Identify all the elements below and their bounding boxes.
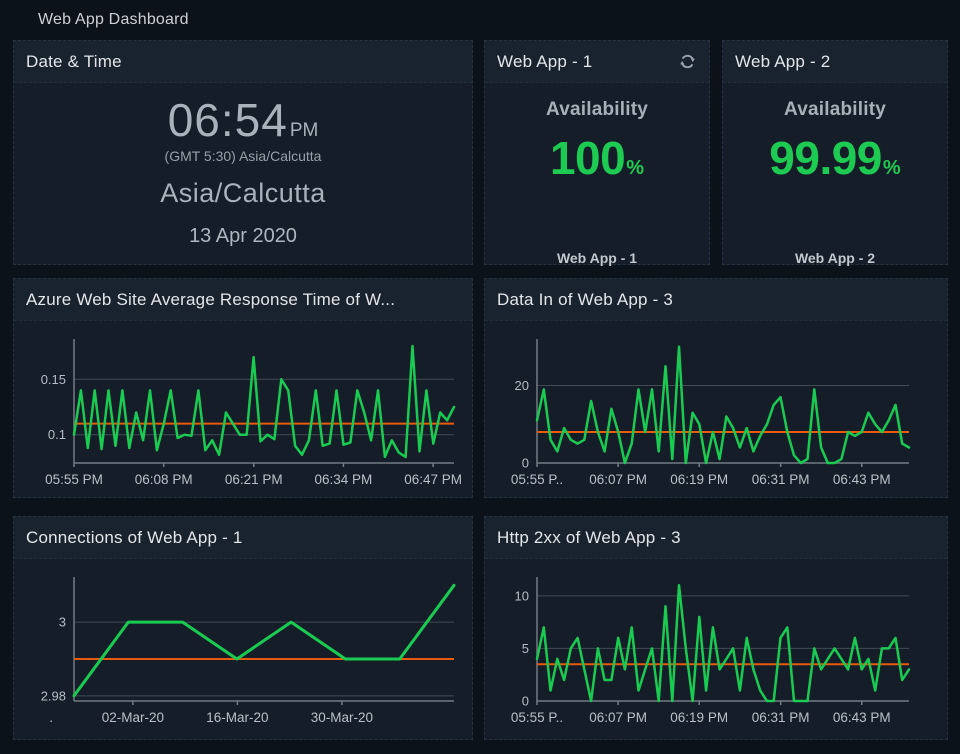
- chart-canvas: 0.15 0.1 05:55 PM 06:08 PM 06:21 PM 06:34 PM 0…: [22, 325, 464, 497]
- panel-title: Date & Time: [26, 52, 122, 72]
- chart-canvas: 3 2.98. 02-Mar-20 16-Mar-20 30-Mar-20: [22, 563, 464, 735]
- x-axis-label: 06:47 PM: [404, 472, 462, 487]
- availability-unit: %: [626, 157, 644, 179]
- x-axis-label: 06:43 PM: [833, 710, 891, 725]
- x-axis-label: 06:34 PM: [315, 472, 373, 487]
- panel-web-app-2: Web App - 2 Availability 99.99% Web App …: [722, 40, 948, 265]
- x-axis-label: 06:31 PM: [752, 472, 810, 487]
- panel-response-time-chart: Azure Web Site Average Response Time of …: [13, 278, 473, 498]
- clock: 06:54PM: [14, 97, 472, 143]
- monitor-name-label: Web App - 1: [485, 250, 709, 266]
- panel-title: Web App - 2: [735, 52, 830, 72]
- x-axis-label: 05:55 PM: [45, 472, 103, 487]
- y-axis-label: 2.98: [41, 688, 66, 703]
- web-app-2-body: Availability 99.99% Web App - 2: [723, 99, 947, 280]
- x-axis-label: 06:43 PM: [833, 472, 891, 487]
- panel-title: Web App - 1: [497, 52, 592, 72]
- web-app-1-body: Availability 100% Web App - 1: [485, 99, 709, 280]
- series-line: [537, 347, 909, 463]
- monitor-name-label: Web App - 2: [723, 250, 947, 266]
- x-axis-label: 06:19 PM: [670, 472, 728, 487]
- x-axis-label: 06:31 PM: [752, 710, 810, 725]
- availability-label: Availability: [485, 99, 709, 121]
- y-axis-label: 10: [515, 588, 529, 603]
- availability-value-row: 100%: [485, 135, 709, 181]
- connections-panel-header: Connections of Web App - 1: [14, 517, 472, 559]
- availability-value: 99.99: [769, 132, 882, 184]
- clock-time: 06:54: [168, 94, 288, 146]
- x-axis-label: 06:08 PM: [135, 472, 193, 487]
- panel-data-in-chart: Data In of Web App - 3 20 005:55 P.. 06:07…: [484, 278, 948, 498]
- panel-http-2xx-chart: Http 2xx of Web App - 3 10 5 005:55 P.. 06:…: [484, 516, 948, 740]
- panel-connections-chart: Connections of Web App - 1 3 2.98. 02-Mar-…: [13, 516, 473, 740]
- web-app-2-panel-header: Web App - 2: [723, 41, 947, 83]
- date-time-panel-header: Date & Time: [14, 41, 472, 83]
- timezone-label: Asia/Calcutta: [14, 178, 472, 209]
- availability-value-row: 99.99%: [723, 135, 947, 181]
- availability-label: Availability: [723, 99, 947, 121]
- x-axis-label: 05:55 P..: [511, 710, 563, 725]
- x-axis-label: 02-Mar-20: [102, 710, 164, 725]
- x-axis-label: 05:55 P..: [511, 472, 563, 487]
- availability-unit: %: [883, 157, 901, 179]
- chart-canvas: 20 005:55 P.. 06:07 PM 06:19 PM 06:31 PM 06:4…: [493, 325, 939, 497]
- x-axis-label: 06:07 PM: [589, 472, 647, 487]
- panel-title: Http 2xx of Web App - 3: [497, 528, 681, 548]
- panel-date-time: Date & Time 06:54PM (GMT 5:30) Asia/Calc…: [13, 40, 473, 265]
- availability-value: 100: [550, 132, 625, 184]
- y-axis-label: 5: [522, 641, 529, 656]
- x-axis-label: 30-Mar-20: [311, 710, 373, 725]
- x-axis-label: 06:21 PM: [225, 472, 283, 487]
- y-axis-label: 0.1: [48, 427, 66, 442]
- clock-meridiem: PM: [290, 120, 319, 141]
- panel-web-app-1: Web App - 1 Availability 100% Web App - …: [484, 40, 710, 265]
- date-label: 13 Apr 2020: [14, 225, 472, 248]
- date-time-body: 06:54PM (GMT 5:30) Asia/Calcutta Asia/Ca…: [14, 83, 472, 248]
- y-axis-label: 20: [515, 378, 529, 393]
- y-axis-label: 0: [522, 456, 529, 471]
- series-line: [74, 346, 454, 457]
- x-axis-label: 16-Mar-20: [206, 710, 268, 725]
- y-axis-label: 3: [59, 615, 66, 630]
- chart-canvas: 10 5 005:55 P.. 06:07 PM 06:19 PM 06:31 PM 06:…: [493, 563, 939, 735]
- response-time-chart[interactable]: 0.15 0.1 05:55 PM 06:08 PM 06:21 PM 06:34 PM 0…: [14, 321, 472, 502]
- x-axis-label: 06:07 PM: [589, 710, 647, 725]
- response-time-panel-header: Azure Web Site Average Response Time of …: [14, 279, 472, 321]
- refresh-icon[interactable]: [678, 52, 697, 71]
- connections-chart[interactable]: 3 2.98. 02-Mar-20 16-Mar-20 30-Mar-20: [14, 559, 472, 740]
- data-in-chart[interactable]: 20 005:55 P.. 06:07 PM 06:19 PM 06:31 PM 06:4…: [485, 321, 947, 502]
- x-axis-label: 06:19 PM: [670, 710, 728, 725]
- http-2xx-panel-header: Http 2xx of Web App - 3: [485, 517, 947, 559]
- y-axis-label: 0: [522, 694, 529, 709]
- top-bar: Web App Dashboard: [0, 0, 960, 40]
- panel-title: Connections of Web App - 1: [26, 528, 243, 548]
- data-in-panel-header: Data In of Web App - 3: [485, 279, 947, 321]
- series-line: [74, 585, 454, 696]
- panel-title: Azure Web Site Average Response Time of …: [26, 290, 395, 310]
- http-2xx-chart[interactable]: 10 5 005:55 P.. 06:07 PM 06:19 PM 06:31 PM 06:…: [485, 559, 947, 740]
- x-axis-label: .: [49, 710, 53, 725]
- gmt-offset-label: (GMT 5:30) Asia/Calcutta: [14, 148, 472, 164]
- y-axis-label: 0.15: [41, 372, 66, 387]
- web-app-1-panel-header: Web App - 1: [485, 41, 709, 83]
- series-line: [537, 585, 909, 701]
- panel-title: Data In of Web App - 3: [497, 290, 673, 310]
- page-title: Web App Dashboard: [38, 11, 189, 29]
- dashboard-page: Web App Dashboard Date & Time 06:54PM (G…: [0, 0, 960, 754]
